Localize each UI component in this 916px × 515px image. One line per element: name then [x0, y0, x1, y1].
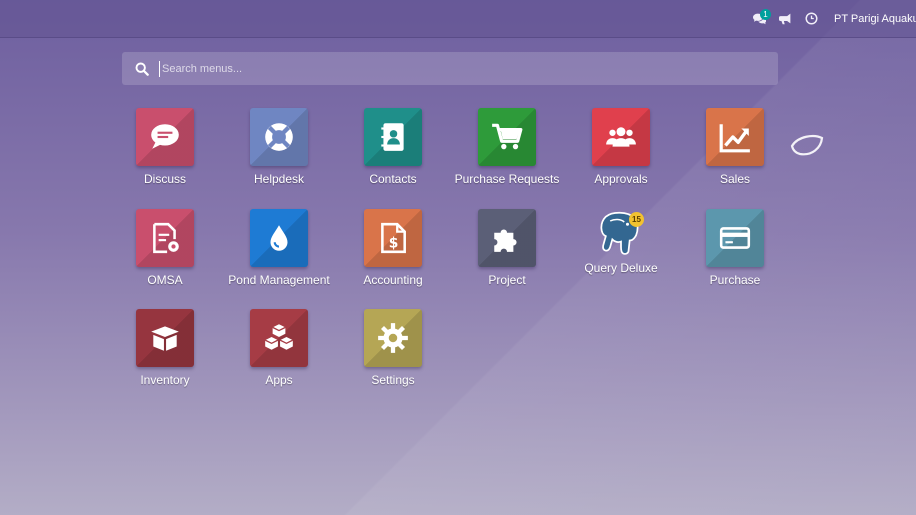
- search-bar: [122, 52, 778, 85]
- chart-line-icon: [719, 124, 750, 153]
- app-tile: [250, 209, 308, 267]
- company-switcher[interactable]: PT Parigi Aquaku: [834, 13, 916, 25]
- app-label: Purchase Requests: [454, 172, 560, 186]
- app-label: OMSA: [147, 273, 183, 287]
- app-tile: [250, 309, 308, 367]
- svg-text:$: $: [389, 236, 399, 252]
- app-label: Approvals: [594, 172, 648, 186]
- app-inventory[interactable]: Inventory: [108, 309, 222, 405]
- clock-icon: [804, 12, 818, 25]
- top-navbar: 1 PT Parigi Aquaku: [0, 0, 916, 38]
- app-label: Accounting: [363, 273, 423, 287]
- version-badge: 15: [629, 212, 644, 227]
- bullhorn-icon: [778, 13, 790, 25]
- app-project[interactable]: Project: [450, 209, 564, 305]
- app-purchase-requests[interactable]: Purchase Requests: [450, 108, 564, 204]
- app-label: Pond Management: [228, 273, 330, 287]
- app-tile: $: [364, 209, 422, 267]
- app-contacts[interactable]: Contacts: [336, 108, 450, 204]
- app-logo: 15: [592, 209, 650, 259]
- messaging-menu[interactable]: 1: [746, 0, 772, 37]
- app-tile: [136, 209, 194, 267]
- app-tile: [478, 108, 536, 166]
- lifebuoy-icon: [265, 123, 293, 151]
- app-label: Contacts: [369, 172, 417, 186]
- app-helpdesk[interactable]: Helpdesk: [222, 108, 336, 204]
- app-accounting[interactable]: $ Accounting: [336, 209, 450, 305]
- app-label: Settings: [371, 373, 415, 387]
- app-label: Inventory: [140, 373, 190, 387]
- app-label: Project: [488, 273, 526, 287]
- app-purchase[interactable]: Purchase: [678, 209, 792, 305]
- app-tile: [136, 309, 194, 367]
- shopping-cart-icon: [492, 123, 523, 150]
- app-label: Sales: [719, 172, 751, 186]
- app-tile: [706, 209, 764, 267]
- app-label: Query Deluxe: [584, 261, 658, 275]
- address-book-icon: [381, 123, 404, 151]
- app-discuss[interactable]: Discuss: [108, 108, 222, 204]
- credit-card-icon: [719, 227, 751, 249]
- cubes-icon: [264, 324, 294, 350]
- users-icon: [606, 127, 636, 147]
- app-tile: [136, 108, 194, 166]
- app-label: Discuss: [143, 172, 186, 186]
- app-tile: [478, 209, 536, 267]
- search-menus-input[interactable]: [159, 60, 744, 77]
- app-tile: [250, 108, 308, 166]
- app-tile: [706, 108, 764, 166]
- puzzle-icon: [494, 229, 517, 252]
- messages-count-badge: 1: [760, 9, 771, 20]
- announcements-menu[interactable]: [772, 0, 798, 37]
- app-tile: [592, 108, 650, 166]
- document-gear-icon: [153, 222, 179, 254]
- app-apps[interactable]: Apps: [222, 309, 336, 405]
- invoice-dollar-icon: $: [381, 222, 406, 254]
- app-tile: [364, 108, 422, 166]
- app-sales[interactable]: Sales: [678, 108, 792, 204]
- app-settings[interactable]: Settings: [336, 309, 450, 405]
- app-omsa[interactable]: OMSA: [108, 209, 222, 305]
- gear-icon: [378, 323, 408, 353]
- app-query-deluxe[interactable]: 15 Query Deluxe: [564, 209, 678, 305]
- search-icon: [135, 62, 149, 76]
- app-tile: [364, 309, 422, 367]
- app-pond-management[interactable]: Pond Management: [222, 209, 336, 305]
- app-label: Apps: [265, 373, 293, 387]
- app-label: Helpdesk: [253, 172, 305, 186]
- activities-menu[interactable]: [798, 0, 824, 37]
- systray: 1 PT Parigi Aquaku: [746, 0, 916, 37]
- app-approvals[interactable]: Approvals: [564, 108, 678, 204]
- box-icon: [151, 326, 179, 351]
- chat-bubble-icon: [151, 124, 179, 149]
- app-label: Purchase: [709, 273, 761, 287]
- leaf-decoration-icon: [790, 135, 824, 156]
- water-drop-icon: [270, 225, 288, 251]
